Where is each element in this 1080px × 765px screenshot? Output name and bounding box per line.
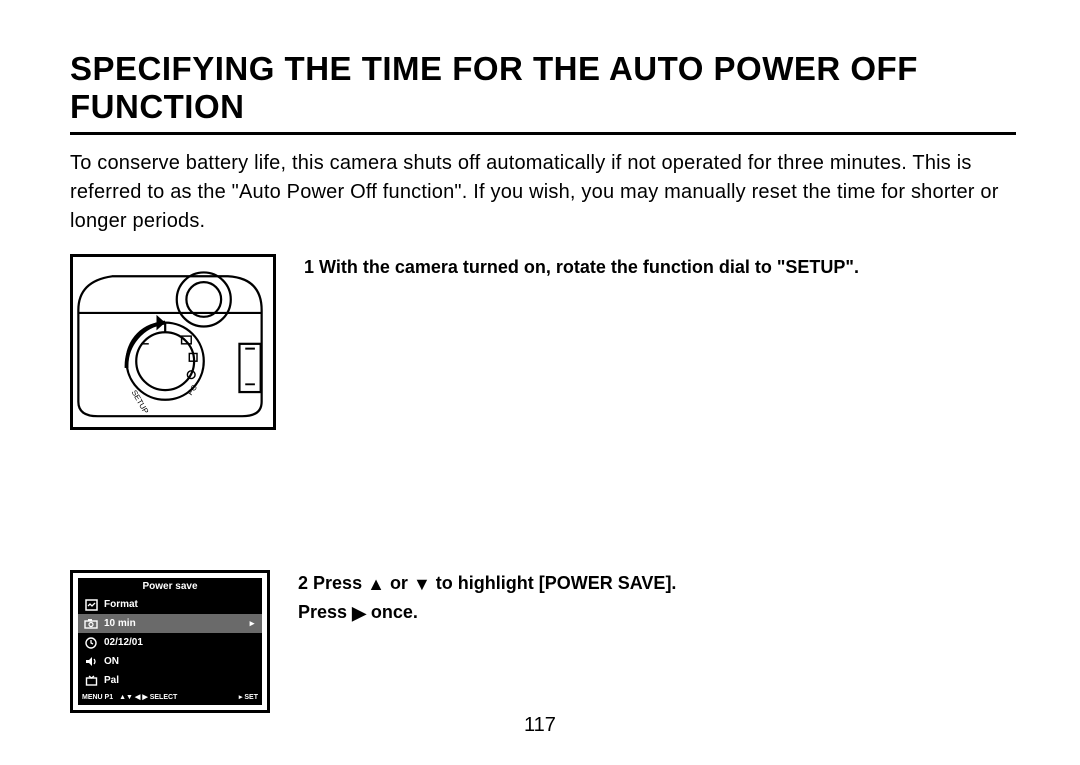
step-1-text: 1 With the camera turned on, rotate the … <box>304 254 859 282</box>
figure-camera-dial: SETUP PC <box>70 254 276 430</box>
lcd-row-sound: ON <box>78 652 262 671</box>
lcd-footer-select-group: ▲▼ ◀ ▶ SELECT <box>119 693 177 701</box>
left-right-icon: ◀ ▶ <box>135 693 148 701</box>
page-number: 117 <box>0 714 1080 737</box>
lcd-label: Format <box>100 599 246 610</box>
lcd-footer: MENU P1 ▲▼ ◀ ▶ SELECT ▸ SET <box>78 690 262 705</box>
format-icon <box>82 599 100 611</box>
svg-text:PC: PC <box>185 383 199 397</box>
lcd-footer-menu: MENU P1 <box>82 694 113 701</box>
step-2-or: or <box>390 573 408 593</box>
triangle-up-icon: ▲ <box>367 571 385 599</box>
intro-paragraph: To conserve battery life, this camera sh… <box>70 149 1016 236</box>
step-2-once: once. <box>371 602 418 622</box>
lcd-label: 02/12/01 <box>100 637 246 648</box>
step-2-press1: Press <box>313 573 362 593</box>
step-2-number: 2 <box>298 573 308 593</box>
camera-line-art: SETUP PC <box>73 257 267 421</box>
page-title: SPECIFYING THE TIME FOR THE AUTO POWER O… <box>70 50 1016 135</box>
svg-text:SETUP: SETUP <box>130 389 151 416</box>
right-arrow-icon: ▸ <box>246 618 258 629</box>
figure-lcd-menu: Power save Format 10 min ▸ <box>70 570 270 713</box>
up-down-icon: ▲▼ <box>119 694 133 701</box>
lcd-footer-select: SELECT <box>150 694 178 701</box>
lcd-row-powersave: 10 min ▸ <box>78 614 262 633</box>
lcd-label: ON <box>100 656 246 667</box>
lcd-footer-set-group: ▸ SET <box>239 693 258 701</box>
right-small-icon: ▸ <box>239 693 243 701</box>
step-2: Power save Format 10 min ▸ <box>70 570 1016 713</box>
step-2-highlight: to highlight [POWER SAVE]. <box>436 573 677 593</box>
step-2-text: 2 Press ▲ or ▼ to highlight [POWER SAVE]… <box>298 570 676 628</box>
step-1-body: With the camera turned on, rotate the fu… <box>319 257 859 277</box>
step-1: SETUP PC 1 With the camera turned on, ro… <box>70 254 1016 430</box>
lcd-row-video: Pal <box>78 671 262 690</box>
camera-icon <box>82 618 100 629</box>
lcd-header: Power save <box>78 578 262 595</box>
step-2-press2: Press <box>298 602 347 622</box>
lcd-footer-set: SET <box>244 694 258 701</box>
clock-icon <box>82 637 100 649</box>
lcd-label: 10 min <box>100 618 246 629</box>
lcd-row-format: Format <box>78 595 262 614</box>
lcd-row-date: 02/12/01 <box>78 633 262 652</box>
step-1-number: 1 <box>304 257 314 277</box>
lcd-label: Pal <box>100 675 246 686</box>
triangle-down-icon: ▼ <box>413 571 431 599</box>
speaker-icon <box>82 656 100 667</box>
triangle-right-icon: ▶ <box>352 600 366 628</box>
tv-icon <box>82 675 100 687</box>
